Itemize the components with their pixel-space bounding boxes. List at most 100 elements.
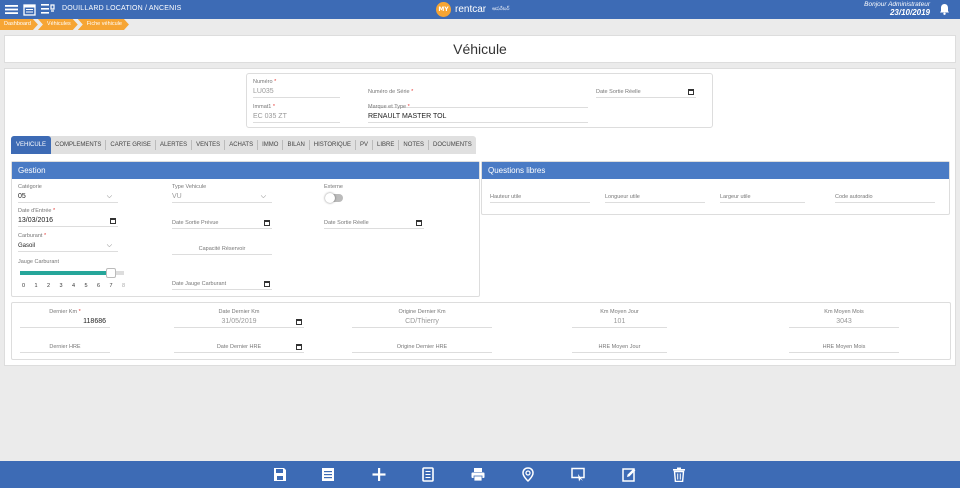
- km-moyen-jour-field[interactable]: Km Moyen Jour 101: [572, 309, 667, 328]
- marque-value[interactable]: RENAULT MASTER TOL: [368, 112, 588, 123]
- breadcrumb-vehicules[interactable]: Véhicules: [38, 19, 78, 30]
- tab-historique[interactable]: HISTORIQUE: [310, 140, 357, 150]
- tab-alertes[interactable]: ALERTES: [156, 140, 193, 150]
- breadcrumb-dashboard[interactable]: Dashboard: [0, 19, 38, 30]
- immat-value[interactable]: EC 035 ZT: [253, 112, 340, 123]
- calendar-icon[interactable]: [416, 220, 422, 226]
- tab-carte-grise[interactable]: CARTE GRISE: [106, 140, 156, 150]
- bell-icon[interactable]: [939, 3, 950, 15]
- required-mark: *: [44, 233, 47, 239]
- copy-icon[interactable]: [421, 467, 435, 482]
- date-sortie-prevue-field[interactable]: Date Sortie Prévue: [172, 219, 272, 229]
- tab-vehicule[interactable]: VEHICULE: [11, 136, 52, 154]
- dernier-km-field[interactable]: Dernier Km * 118686: [20, 309, 110, 328]
- largeur-field[interactable]: Largeur utile: [720, 193, 805, 203]
- tab-bilan[interactable]: BILAN: [283, 140, 310, 150]
- date-entree-field[interactable]: Date d'Entrée * 13/03/2016: [18, 208, 118, 227]
- origine-hre-field[interactable]: Origine Dernier HRE: [352, 343, 492, 353]
- tab-ventes[interactable]: VENTES: [192, 140, 226, 150]
- hre-jour-field[interactable]: HRE Moyen Jour: [572, 343, 667, 353]
- menu-icon[interactable]: [4, 2, 19, 17]
- jauge-tick: 6: [97, 283, 101, 289]
- tab-bar: VEHICULE COMPLEMENTS CARTE GRISE ALERTES…: [11, 136, 476, 154]
- calendar-icon[interactable]: [110, 218, 116, 224]
- jauge-ticks: 0 1 2 3 4 5 6 7 8: [22, 283, 135, 289]
- tab-notes[interactable]: NOTES: [399, 140, 430, 150]
- tab-documents[interactable]: DOCUMENTS: [429, 140, 476, 150]
- externe-field: Externe: [324, 184, 384, 190]
- hre-mois-label: HRE Moyen Mois: [789, 343, 899, 353]
- origine-hre-label: Origine Dernier HRE: [352, 343, 492, 353]
- date-dernier-km-field[interactable]: Date Dernier Km 31/05/2019: [174, 309, 304, 328]
- calendar-icon[interactable]: [264, 220, 270, 226]
- calendar-icon[interactable]: [688, 89, 694, 95]
- hre-mois-field[interactable]: HRE Moyen Mois: [789, 343, 899, 353]
- calendar-grid-icon[interactable]: [22, 2, 37, 17]
- location-icon[interactable]: [521, 467, 535, 482]
- date-jauge-label: Date Jauge Carburant: [172, 281, 227, 287]
- dernier-hre-label: Dernier HRE: [20, 343, 110, 353]
- tab-achats[interactable]: ACHATS: [225, 140, 259, 150]
- origine-km-field[interactable]: Origine Dernier Km CD/Thierry: [352, 309, 492, 328]
- chevron-down-icon[interactable]: ⌵: [107, 192, 112, 202]
- numero-value[interactable]: LU035: [253, 87, 340, 98]
- code-autoradio-field[interactable]: Code autoradio: [835, 193, 935, 203]
- jauge-slider[interactable]: [20, 268, 124, 278]
- breadcrumb-fiche[interactable]: Fiche véhicule: [78, 19, 129, 30]
- km-moyen-jour-value[interactable]: 101: [572, 317, 667, 328]
- marque-field[interactable]: Marque et Type * RENAULT MASTER TOL: [368, 104, 588, 123]
- type-vehicule-select[interactable]: Type Vehicule VU ⌵: [172, 184, 272, 203]
- list-icon[interactable]: [321, 467, 335, 482]
- date-jauge-field[interactable]: Date Jauge Carburant: [172, 280, 272, 290]
- top-date-sortie-field[interactable]: Date Sortie Réelle: [596, 88, 696, 98]
- top-bar: DOUILLARD LOCATION / ANCENIS MY rentcar …: [0, 0, 960, 19]
- date-sortie-reelle-label: Date Sortie Réelle: [324, 220, 369, 226]
- brand-logo: MY: [436, 2, 451, 17]
- categorie-select[interactable]: Catégorie 05 ⌵: [18, 184, 118, 203]
- immat-label: Immat1: [253, 104, 272, 110]
- jauge-tick: 7: [109, 283, 113, 289]
- tab-pv[interactable]: PV: [356, 140, 374, 150]
- date-dernier-hre-field[interactable]: Date Dernier HRE: [174, 343, 304, 353]
- edit-icon[interactable]: [622, 467, 636, 482]
- code-autoradio-label: Code autoradio: [835, 193, 935, 203]
- capacite-field[interactable]: Capacité Réservoir: [172, 245, 272, 255]
- add-icon[interactable]: [372, 467, 386, 482]
- slider-fill: [20, 271, 111, 275]
- carburant-label: Carburant: [18, 233, 43, 239]
- jauge-tick: 3: [59, 283, 63, 289]
- calendar-icon[interactable]: [264, 281, 270, 287]
- chevron-down-icon[interactable]: ⌵: [261, 192, 266, 202]
- longueur-field[interactable]: Longueur utile: [605, 193, 705, 203]
- km-moyen-mois-value[interactable]: 3043: [789, 317, 899, 328]
- externe-toggle[interactable]: [325, 193, 343, 203]
- tab-complements[interactable]: COMPLEMENTS: [51, 140, 107, 150]
- carburant-select[interactable]: Carburant * Gasoil ⌵: [18, 233, 118, 252]
- date-sortie-reelle-field[interactable]: Date Sortie Réelle: [324, 219, 424, 229]
- gestion-panel: Gestion Catégorie 05 ⌵ Type Vehicule VU ⌵ …: [11, 161, 480, 297]
- save-icon[interactable]: [273, 467, 287, 482]
- required-mark: *: [53, 208, 56, 214]
- brand-subtitle: ఆపరేటర్: [492, 6, 510, 12]
- origine-km-value[interactable]: CD/Thierry: [352, 317, 492, 328]
- tab-immo[interactable]: IMMO: [258, 140, 284, 150]
- delete-icon[interactable]: [672, 467, 686, 482]
- km-moyen-mois-field[interactable]: Km Moyen Mois 3043: [789, 309, 899, 328]
- calendar-icon[interactable]: [296, 319, 302, 325]
- calendar-icon[interactable]: [296, 344, 302, 350]
- hauteur-field[interactable]: Hauteur utile: [490, 193, 590, 203]
- planning-icon[interactable]: [40, 2, 55, 17]
- print-icon[interactable]: [471, 467, 485, 482]
- jauge-tick: 1: [34, 283, 38, 289]
- jauge-tick: 5: [84, 283, 88, 289]
- slider-handle[interactable]: [106, 268, 116, 278]
- chevron-down-icon[interactable]: ⌵: [107, 241, 112, 251]
- tab-libre[interactable]: LIBRE: [373, 140, 400, 150]
- required-mark: *: [272, 104, 276, 110]
- dernier-km-value[interactable]: 118686: [20, 317, 110, 328]
- immat-field[interactable]: Immat1 * EC 035 ZT: [253, 104, 340, 123]
- numero-field[interactable]: Numéro * LU035: [253, 79, 340, 98]
- dernier-hre-field[interactable]: Dernier HRE: [20, 343, 110, 353]
- serie-label: Numéro de Série: [368, 89, 410, 95]
- assign-icon[interactable]: [571, 467, 585, 482]
